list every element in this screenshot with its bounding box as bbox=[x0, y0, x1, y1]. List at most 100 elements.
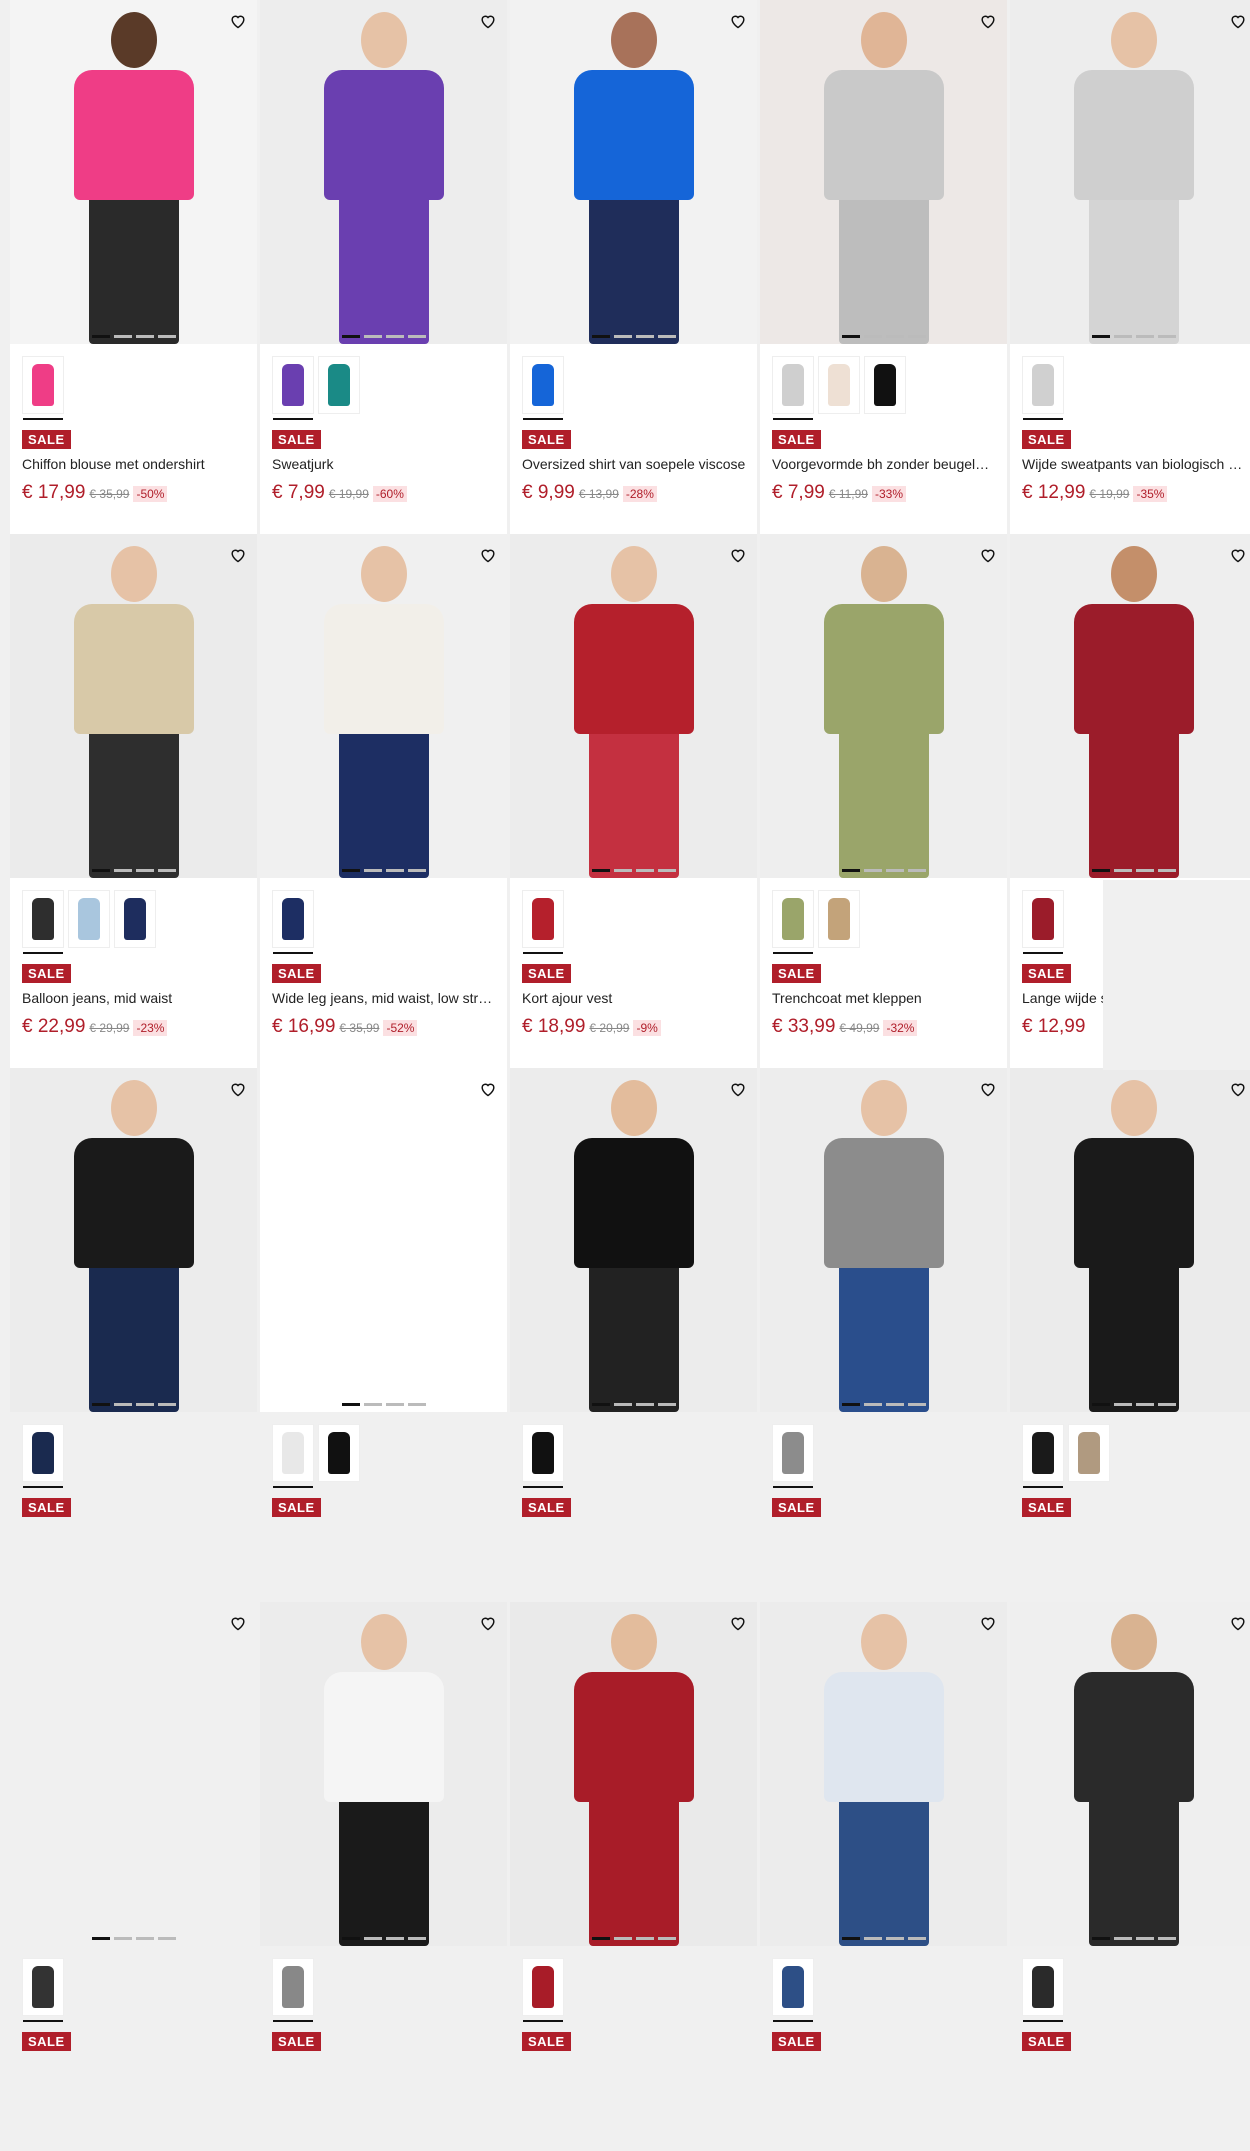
carousel-dot[interactable] bbox=[1091, 869, 1110, 872]
color-swatch[interactable] bbox=[22, 1424, 64, 1488]
carousel-dot[interactable] bbox=[1113, 1937, 1132, 1940]
carousel-dot[interactable] bbox=[385, 869, 404, 872]
product-card[interactable]: SALE Oversized shirt van soepele viscose €… bbox=[510, 0, 757, 534]
carousel-dot[interactable] bbox=[591, 1403, 610, 1406]
product-card[interactable]: SALE bbox=[510, 1068, 757, 1602]
color-swatch[interactable] bbox=[318, 1424, 360, 1482]
carousel-dot[interactable] bbox=[1113, 1403, 1132, 1406]
heart-icon[interactable] bbox=[227, 1078, 249, 1100]
image-carousel-dots[interactable] bbox=[760, 335, 1007, 338]
product-card[interactable]: SALE bbox=[510, 1602, 757, 2136]
product-image[interactable] bbox=[260, 1602, 507, 1946]
heart-icon[interactable] bbox=[977, 1612, 999, 1634]
product-name[interactable]: Wide leg jeans, mid waist, low str… bbox=[272, 990, 500, 1006]
carousel-dot[interactable] bbox=[341, 869, 360, 872]
carousel-dot[interactable] bbox=[885, 1937, 904, 1940]
carousel-dot[interactable] bbox=[907, 1937, 926, 1940]
heart-icon[interactable] bbox=[477, 1612, 499, 1634]
heart-icon[interactable] bbox=[227, 10, 249, 32]
product-image[interactable] bbox=[760, 1068, 1007, 1412]
color-swatch[interactable] bbox=[22, 890, 64, 954]
product-card[interactable]: SALE bbox=[260, 1068, 507, 1602]
carousel-dot[interactable] bbox=[635, 335, 654, 338]
carousel-dot[interactable] bbox=[613, 1403, 632, 1406]
image-carousel-dots[interactable] bbox=[260, 335, 507, 338]
color-swatch[interactable] bbox=[318, 356, 360, 414]
image-carousel-dots[interactable] bbox=[260, 869, 507, 872]
heart-icon[interactable] bbox=[977, 544, 999, 566]
heart-icon[interactable] bbox=[977, 1078, 999, 1100]
carousel-dot[interactable] bbox=[91, 1937, 110, 1940]
color-swatch[interactable] bbox=[114, 890, 156, 948]
carousel-dot[interactable] bbox=[907, 869, 926, 872]
image-carousel-dots[interactable] bbox=[260, 1403, 507, 1406]
color-swatch[interactable] bbox=[522, 890, 564, 954]
color-swatch[interactable] bbox=[818, 890, 860, 948]
heart-icon[interactable] bbox=[227, 544, 249, 566]
carousel-dot[interactable] bbox=[657, 869, 676, 872]
carousel-dot[interactable] bbox=[613, 335, 632, 338]
carousel-dot[interactable] bbox=[385, 1937, 404, 1940]
heart-icon[interactable] bbox=[1227, 544, 1249, 566]
heart-icon[interactable] bbox=[1227, 1612, 1249, 1634]
carousel-dot[interactable] bbox=[363, 335, 382, 338]
image-carousel-dots[interactable] bbox=[760, 1937, 1007, 1940]
carousel-dot[interactable] bbox=[591, 1937, 610, 1940]
product-card[interactable]: SALE Voorgevormde bh zonder beugel… € 7,99… bbox=[760, 0, 1007, 534]
carousel-dot[interactable] bbox=[341, 1937, 360, 1940]
image-carousel-dots[interactable] bbox=[510, 1403, 757, 1406]
product-name[interactable]: Trenchcoat met kleppen bbox=[772, 990, 1000, 1006]
product-card[interactable]: SALE bbox=[10, 1602, 257, 2136]
image-carousel-dots[interactable] bbox=[510, 335, 757, 338]
carousel-dot[interactable] bbox=[863, 335, 882, 338]
carousel-dot[interactable] bbox=[407, 1937, 426, 1940]
carousel-dot[interactable] bbox=[1135, 1937, 1154, 1940]
carousel-dot[interactable] bbox=[863, 1403, 882, 1406]
product-image[interactable] bbox=[760, 534, 1007, 878]
heart-icon[interactable] bbox=[977, 10, 999, 32]
carousel-dot[interactable] bbox=[1157, 869, 1176, 872]
carousel-dot[interactable] bbox=[135, 1403, 154, 1406]
carousel-dot[interactable] bbox=[407, 335, 426, 338]
color-swatch[interactable] bbox=[272, 1424, 314, 1488]
heart-icon[interactable] bbox=[477, 544, 499, 566]
heart-icon[interactable] bbox=[727, 10, 749, 32]
color-swatch[interactable] bbox=[22, 356, 64, 420]
carousel-dot[interactable] bbox=[157, 1403, 176, 1406]
product-image[interactable] bbox=[10, 1068, 257, 1412]
product-card[interactable]: SALE Kort ajour vest € 18,99 € 20,99 -9% bbox=[510, 534, 757, 1068]
carousel-dot[interactable] bbox=[113, 869, 132, 872]
heart-icon[interactable] bbox=[477, 1078, 499, 1100]
product-card[interactable]: SALE Wide leg jeans, mid waist, low str… €… bbox=[260, 534, 507, 1068]
product-card[interactable]: SALE bbox=[1010, 1068, 1250, 1602]
product-image[interactable] bbox=[510, 1602, 757, 1946]
image-carousel-dots[interactable] bbox=[760, 869, 1007, 872]
color-swatch[interactable] bbox=[772, 1424, 814, 1488]
carousel-dot[interactable] bbox=[885, 869, 904, 872]
product-image[interactable] bbox=[1010, 0, 1250, 344]
carousel-dot[interactable] bbox=[113, 1403, 132, 1406]
product-image[interactable] bbox=[10, 534, 257, 878]
color-swatch[interactable] bbox=[1068, 1424, 1110, 1482]
heart-icon[interactable] bbox=[727, 544, 749, 566]
carousel-dot[interactable] bbox=[635, 1937, 654, 1940]
image-carousel-dots[interactable] bbox=[1010, 1937, 1250, 1940]
carousel-dot[interactable] bbox=[841, 869, 860, 872]
product-card[interactable]: SALE Chiffon blouse met ondershirt € 17,99… bbox=[10, 0, 257, 534]
carousel-dot[interactable] bbox=[907, 1403, 926, 1406]
carousel-dot[interactable] bbox=[1135, 1403, 1154, 1406]
heart-icon[interactable] bbox=[477, 10, 499, 32]
carousel-dot[interactable] bbox=[407, 1403, 426, 1406]
carousel-dot[interactable] bbox=[363, 1403, 382, 1406]
product-image[interactable] bbox=[1010, 1602, 1250, 1946]
carousel-dot[interactable] bbox=[363, 1937, 382, 1940]
product-name[interactable]: Kort ajour vest bbox=[522, 990, 750, 1006]
product-name[interactable]: Sweatjurk bbox=[272, 456, 500, 472]
carousel-dot[interactable] bbox=[135, 1937, 154, 1940]
heart-icon[interactable] bbox=[1227, 1078, 1249, 1100]
image-carousel-dots[interactable] bbox=[10, 335, 257, 338]
image-carousel-dots[interactable] bbox=[10, 1937, 257, 1940]
carousel-dot[interactable] bbox=[157, 335, 176, 338]
color-swatch[interactable] bbox=[272, 890, 314, 954]
carousel-dot[interactable] bbox=[907, 335, 926, 338]
